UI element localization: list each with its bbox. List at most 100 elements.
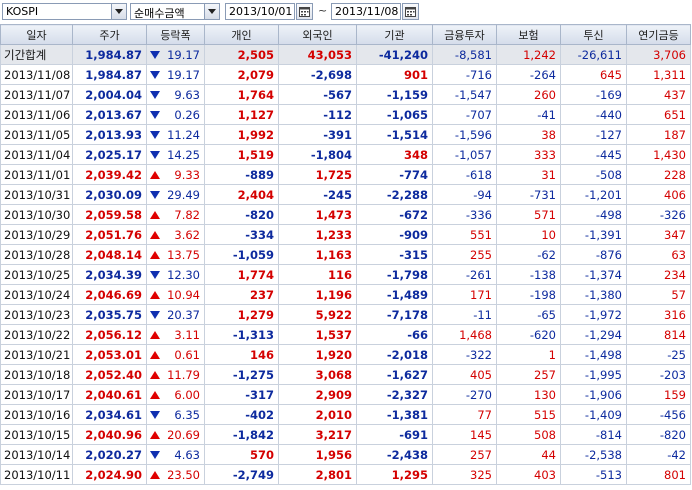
date-to-input[interactable]: 2013/11/08: [331, 3, 401, 20]
date-from-input[interactable]: 2013/10/01: [225, 3, 295, 20]
triangle-down-icon: [150, 191, 160, 199]
table-row[interactable]: 2013/10/18 2,052.40 11.79 -1,275 3,068 -1,627…: [0, 364, 691, 385]
cell-financial-investment: 405: [432, 364, 497, 385]
cell-date: 2013/10/30: [0, 204, 73, 225]
cell-foreign: 3,068: [278, 364, 357, 385]
cell-pension: 651: [626, 104, 691, 125]
cell-insurance: -264: [496, 64, 561, 85]
table-row[interactable]: 2013/11/06 2,013.67 0.26 1,127 -112 -1,065 -70…: [0, 104, 691, 125]
cell-individual: -1,275: [204, 364, 279, 385]
cell-financial-investment: -261: [432, 264, 497, 285]
cell-insurance: 257: [496, 364, 561, 385]
table-row[interactable]: 2013/11/01 2,039.42 9.33 -889 1,725 -774 -618 3…: [0, 164, 691, 185]
table-row[interactable]: 2013/10/30 2,059.58 7.82 -820 1,473 -672 -336 5…: [0, 204, 691, 225]
cell-pension: -25: [626, 344, 691, 365]
table-row[interactable]: 2013/10/25 2,034.39 12.30 1,774 116 -1,798 -26…: [0, 264, 691, 285]
table-row[interactable]: 2013/11/07 2,004.04 9.63 1,764 -567 -1,159 -1,…: [0, 84, 691, 105]
cell-individual: -2,749: [204, 464, 279, 485]
col-header-date[interactable]: 일자: [0, 24, 73, 45]
cell-individual: 1,774: [204, 264, 279, 285]
table-row-total[interactable]: 기간합계 1,984.87 19.17 2,505 43,053 -41,240 -8,58…: [0, 44, 691, 65]
table-row[interactable]: 2013/10/17 2,040.61 6.00 -317 2,909 -2,327 -27…: [0, 384, 691, 405]
table-row[interactable]: 2013/10/31 2,030.09 29.49 2,404 -245 -2,288 -9…: [0, 184, 691, 205]
change-value: 3.11: [174, 327, 200, 342]
metric-select-value: 순매수금액: [134, 7, 185, 20]
cell-foreign: -112: [278, 104, 357, 125]
cell-pension: 316: [626, 304, 691, 325]
cell-individual: 146: [204, 344, 279, 365]
change-value: 0.61: [174, 347, 200, 362]
calendar-to-button[interactable]: [402, 3, 419, 20]
table-row[interactable]: 2013/10/24 2,046.69 10.94 237 1,196 -1,489 171…: [0, 284, 691, 305]
cell-investment-trust: -508: [560, 164, 627, 185]
index-select[interactable]: KOSPI: [2, 3, 127, 20]
cell-individual: -334: [204, 224, 279, 245]
cell-institution: -41,240: [356, 44, 433, 65]
table-row[interactable]: 2013/10/16 2,034.61 6.35 -402 2,010 -1,381 77 5…: [0, 404, 691, 425]
cell-institution: -1,514: [356, 124, 433, 145]
triangle-down-icon: [150, 71, 160, 79]
cell-price: 2,048.14: [72, 244, 147, 265]
col-header-financial-investment[interactable]: 금융투자: [432, 24, 497, 45]
cell-individual: 1,764: [204, 84, 279, 105]
cell-date: 2013/10/11: [0, 464, 73, 485]
table-row[interactable]: 2013/11/08 1,984.87 19.17 2,079 -2,698 901 -71…: [0, 64, 691, 85]
cell-pension: -326: [626, 204, 691, 225]
table-row[interactable]: 2013/10/14 2,020.27 4.63 570 1,956 -2,438 257 4…: [0, 444, 691, 465]
col-header-investment-trust[interactable]: 투신: [560, 24, 627, 45]
metric-select[interactable]: 순매수금액: [130, 3, 220, 20]
chevron-down-icon[interactable]: [204, 4, 219, 19]
cell-foreign: 1,473: [278, 204, 357, 225]
table-row[interactable]: 2013/10/28 2,048.14 13.75 -1,059 1,163 -315 25…: [0, 244, 691, 265]
triangle-down-icon: [150, 51, 160, 59]
cell-price: 2,040.61: [72, 384, 147, 405]
table-row[interactable]: 2013/10/29 2,051.76 3.62 -334 1,233 -909 551 10…: [0, 224, 691, 245]
cell-institution: -315: [356, 244, 433, 265]
cell-financial-investment: 171: [432, 284, 497, 305]
cell-insurance: -198: [496, 284, 561, 305]
change-value: 19.17: [167, 67, 200, 82]
col-header-foreign[interactable]: 외국인: [278, 24, 357, 45]
investor-trading-table: 일자 주가 등락폭 개인 외국인 기관 금융투자 보험 투신 연기금등 기간합계…: [0, 24, 691, 485]
chevron-down-icon[interactable]: [111, 4, 126, 19]
cell-pension: 234: [626, 264, 691, 285]
table-row[interactable]: 2013/10/11 2,024.90 23.50 -2,749 2,801 1,295 3…: [0, 464, 691, 485]
cell-individual: 570: [204, 444, 279, 465]
cell-institution: -1,489: [356, 284, 433, 305]
triangle-up-icon: [150, 251, 160, 259]
cell-investment-trust: -127: [560, 124, 627, 145]
cell-insurance: -620: [496, 324, 561, 345]
col-header-institution[interactable]: 기관: [356, 24, 433, 45]
col-header-pension[interactable]: 연기금등: [626, 24, 691, 45]
cell-foreign: -391: [278, 124, 357, 145]
cell-investment-trust: -1,201: [560, 184, 627, 205]
triangle-up-icon: [150, 291, 160, 299]
cell-institution: -1,627: [356, 364, 433, 385]
change-value: 4.63: [174, 447, 200, 462]
cell-investment-trust: -498: [560, 204, 627, 225]
table-row[interactable]: 2013/10/22 2,056.12 3.11 -1,313 1,537 -66 1,46…: [0, 324, 691, 345]
table-row[interactable]: 2013/10/21 2,053.01 0.61 146 1,920 -2,018 -322…: [0, 344, 691, 365]
triangle-up-icon: [150, 211, 160, 219]
cell-change: 7.82: [146, 204, 205, 225]
table-row[interactable]: 2013/10/23 2,035.75 20.37 1,279 5,922 -7,178-…: [0, 304, 691, 325]
table-row[interactable]: 2013/10/15 2,040.96 20.69 -1,842 3,217 -691 14…: [0, 424, 691, 445]
cell-price: 2,035.75: [72, 304, 147, 325]
cell-financial-investment: -716: [432, 64, 497, 85]
cell-date: 2013/10/18: [0, 364, 73, 385]
table-row[interactable]: 2013/11/04 2,025.17 14.25 1,519 -1,804 348 -1,…: [0, 144, 691, 165]
col-header-individual[interactable]: 개인: [204, 24, 279, 45]
cell-date: 2013/10/31: [0, 184, 73, 205]
cell-institution: -2,327: [356, 384, 433, 405]
calendar-from-button[interactable]: [296, 3, 313, 20]
cell-pension: 406: [626, 184, 691, 205]
cell-change: 6.00: [146, 384, 205, 405]
col-header-price[interactable]: 주가: [72, 24, 147, 45]
cell-insurance: 1: [496, 344, 561, 365]
cell-change: 23.50: [146, 464, 205, 485]
cell-institution: -672: [356, 204, 433, 225]
col-header-insurance[interactable]: 보험: [496, 24, 561, 45]
cell-individual: -1,313: [204, 324, 279, 345]
table-row[interactable]: 2013/11/05 2,013.93 11.24 1,992 -391 -1,514 -1…: [0, 124, 691, 145]
col-header-change[interactable]: 등락폭: [146, 24, 205, 45]
